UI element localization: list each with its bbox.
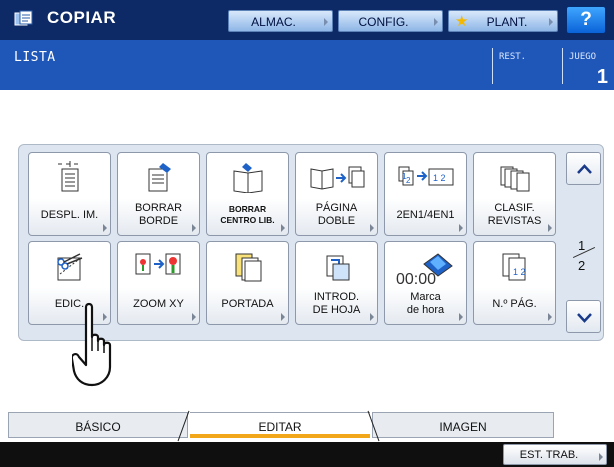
xy-zoom-button[interactable]: ZOOM XY	[117, 241, 200, 325]
copy-app-icon	[14, 10, 33, 26]
function-label: BORRAR BORDE	[134, 202, 183, 227]
rest-label: REST.	[499, 52, 527, 62]
image-shift-button[interactable]: DESPL. IM.	[28, 152, 111, 236]
submenu-arrow-icon	[103, 224, 107, 232]
mode-tab-bar: BÁSICO EDITAR IMAGEN EST. TRAB.	[0, 410, 614, 467]
footer-bar: EST. TRAB.	[0, 442, 614, 467]
status-bar: LISTA REST. JUEGO 1	[0, 40, 614, 90]
app-title: COPIAR	[47, 8, 117, 27]
almac-button[interactable]: ALMAC.	[228, 10, 333, 32]
tab-imagen[interactable]: IMAGEN	[372, 412, 554, 438]
function-label: PORTADA	[221, 297, 274, 310]
tab-basico[interactable]: BÁSICO	[8, 412, 188, 438]
submenu-arrow-icon	[281, 313, 285, 321]
function-label: BORRAR CENTRO LIB.	[220, 204, 275, 225]
time-stamp-icon-text: 00:00	[396, 271, 436, 288]
status-divider	[492, 48, 493, 84]
image-shift-icon	[57, 161, 78, 192]
plant-button[interactable]: ★ PLANT.	[448, 10, 558, 32]
submenu-arrow-icon	[548, 224, 552, 232]
function-label: ZOOM XY	[133, 297, 184, 310]
status-divider	[562, 48, 563, 84]
chevron-down-icon	[577, 313, 592, 323]
time-stamp-button[interactable]: 00:00 Marca de hora	[384, 241, 467, 325]
book-center-erase-button[interactable]: BORRAR CENTRO LIB.	[206, 152, 289, 236]
magazine-sort-button[interactable]: CLASIF. REVISTAS	[473, 152, 556, 236]
cover-sheet-button[interactable]: PORTADA	[206, 241, 289, 325]
editing-scissors-icon	[56, 253, 82, 281]
job-status-button[interactable]: EST. TRAB.	[503, 444, 607, 465]
edge-erase-icon	[148, 163, 171, 192]
submenu-arrow-icon	[192, 313, 196, 321]
submenu-arrow-icon	[281, 224, 285, 232]
magazine-sort-icon	[500, 166, 529, 192]
scroll-up-button[interactable]	[566, 152, 601, 185]
page-total: 2	[578, 258, 586, 273]
config-button[interactable]: CONFIG.	[338, 10, 443, 32]
function-label: 2EN1/4EN1	[396, 208, 455, 221]
juego-count: 1	[596, 66, 608, 88]
book-center-erase-icon	[233, 163, 262, 193]
2in1-4in1-button[interactable]: 1 2 1 2 2EN1/4EN1	[384, 152, 467, 236]
svg-text:1 2: 1 2	[433, 173, 446, 183]
submenu-arrow-icon	[459, 224, 463, 232]
config-label: CONFIG.	[358, 15, 409, 29]
svg-text:2: 2	[406, 176, 411, 185]
function-label: Marca de hora	[406, 291, 445, 316]
tab-label: EDITAR	[258, 420, 302, 434]
function-label: INTROD. DE HOJA	[312, 291, 361, 316]
tab-label: IMAGEN	[439, 420, 487, 434]
function-label: PÁGINA DOBLE	[315, 202, 358, 227]
almac-label: ALMAC.	[251, 15, 296, 29]
submenu-arrow-icon	[192, 224, 196, 232]
tab-label: BÁSICO	[75, 420, 121, 434]
sheet-insertion-icon	[326, 255, 349, 281]
chevron-up-icon	[577, 164, 592, 174]
plant-label: PLANT.	[486, 15, 528, 29]
dual-page-button[interactable]: PÁGINA DOBLE	[295, 152, 378, 236]
page-scroller: 1 2	[566, 152, 604, 334]
edge-erase-button[interactable]: BORRAR BORDE	[117, 152, 200, 236]
sheet-insertion-button[interactable]: INTROD. DE HOJA	[295, 241, 378, 325]
submenu-arrow-icon	[459, 313, 463, 321]
juego-label: JUEGO	[569, 52, 597, 62]
submenu-arrow-icon	[324, 18, 328, 26]
function-label: N.º PÁG.	[492, 297, 537, 310]
submenu-arrow-icon	[370, 313, 374, 321]
submenu-arrow-icon	[599, 453, 603, 461]
xy-zoom-icon	[135, 253, 180, 275]
function-label: CLASIF. REVISTAS	[487, 202, 542, 227]
top-bar: COPIAR ALMAC. CONFIG. ★ PLANT. ?	[0, 0, 614, 40]
star-icon: ★	[455, 13, 469, 30]
page-number-button[interactable]: 1 2 N.º PÁG.	[473, 241, 556, 325]
cover-sheet-icon	[235, 253, 261, 282]
submenu-arrow-icon	[370, 224, 374, 232]
tab-editar[interactable]: EDITAR	[190, 412, 370, 438]
dual-page-icon	[310, 166, 364, 190]
scroll-down-button[interactable]	[566, 300, 601, 333]
status-message: LISTA	[14, 50, 56, 65]
time-stamp-icon: 00:00	[396, 253, 453, 288]
svg-text:1 2: 1 2	[513, 267, 526, 277]
submenu-arrow-icon	[434, 18, 438, 26]
job-status-label: EST. TRAB.	[519, 449, 579, 461]
pointing-hand-cursor-icon	[72, 302, 112, 387]
submenu-arrow-icon	[549, 18, 553, 26]
function-label: DESPL. IM.	[40, 208, 99, 221]
submenu-arrow-icon	[548, 313, 552, 321]
2in1-4in1-icon: 1 2 1 2	[398, 166, 453, 186]
help-button[interactable]: ?	[566, 6, 606, 34]
page-number-icon: 1 2	[502, 253, 526, 281]
